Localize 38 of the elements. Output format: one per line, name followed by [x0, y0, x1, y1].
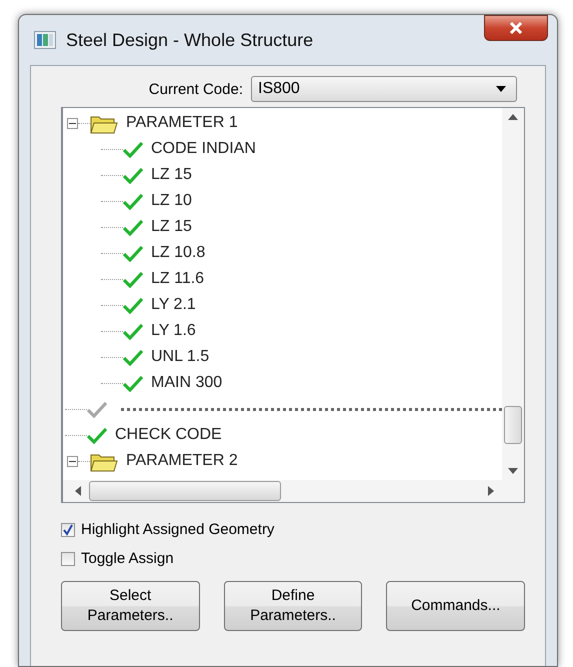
caret-icon [496, 86, 506, 92]
field-label: Current Code: [148, 80, 243, 98]
tree-item[interactable]: CODE INDIAN [151, 140, 256, 158]
app-icon [34, 31, 56, 49]
collapse-toggle[interactable] [67, 118, 78, 128]
scroll-up-icon [508, 114, 518, 120]
tree-item[interactable]: LZ 15 [151, 166, 192, 184]
scroll-right-icon [488, 486, 494, 496]
close-icon [509, 22, 523, 34]
tree-item[interactable]: LY 2.1 [151, 296, 196, 314]
checkbox[interactable] [61, 552, 75, 566]
tree-item[interactable]: LY 1.6 [151, 322, 196, 340]
tree-item[interactable]: CHECK CODE [115, 426, 222, 444]
tree-item[interactable]: LZ 10 [151, 192, 192, 210]
close-button[interactable] [484, 15, 548, 41]
scroll-thumb[interactable] [504, 406, 522, 444]
checkbox[interactable] [61, 522, 75, 536]
checkbox-label: Toggle Assign [81, 550, 174, 567]
tree-item[interactable]: PARAMETER 2 [126, 452, 238, 470]
collapse-toggle[interactable] [67, 456, 78, 466]
checkmark-icon [62, 524, 74, 536]
dialog-button[interactable]: Define Parameters.. [224, 581, 362, 631]
horizontal-scrollbar[interactable] [63, 480, 524, 502]
checkbox-label: Highlight Assigned Geometry [81, 521, 274, 538]
dialog-button[interactable]: Commands... [386, 581, 526, 631]
window-title: Steel Design - Whole Structure [66, 30, 314, 50]
code-dropdown[interactable]: IS800 [251, 76, 517, 102]
tree-item[interactable]: UNL 1.5 [151, 348, 210, 366]
tree-item[interactable]: PARAMETER 1 [126, 114, 238, 132]
dialog-button[interactable]: Select Parameters.. [61, 581, 200, 631]
tree-item[interactable]: LZ 15 [151, 218, 192, 236]
scroll-left-icon [75, 486, 81, 496]
tree-item[interactable]: LZ 10.8 [151, 244, 206, 262]
vertical-scrollbar[interactable] [502, 108, 524, 480]
tree-item[interactable]: MAIN 300 [151, 374, 222, 392]
scroll-thumb[interactable] [89, 481, 281, 501]
scroll-down-icon [508, 468, 518, 474]
tree-item[interactable]: LZ 11.6 [151, 270, 204, 288]
